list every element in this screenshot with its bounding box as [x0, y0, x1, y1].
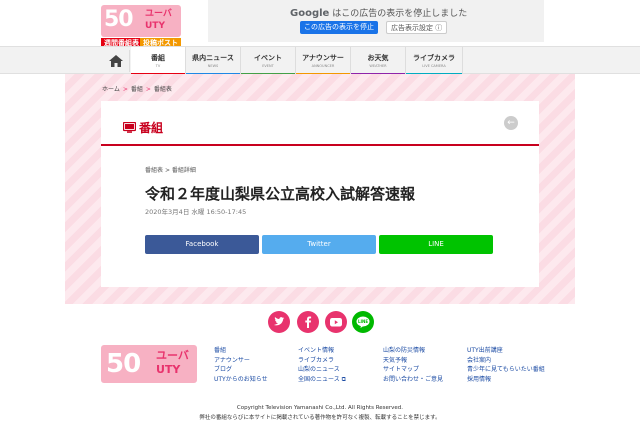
footer-logo-text: ユーバ UTY [156, 349, 189, 377]
copyright-notice: 弊社の番組ならびに本サイトに掲載されている著作物を許可なく複製、転載することを禁… [199, 415, 441, 421]
ad-google-label: Google [290, 8, 330, 19]
ad-stop-button[interactable]: この広告の表示を停止 [300, 21, 378, 34]
nav-item-label: イベント [254, 54, 282, 62]
nav-item-label: お天気 [367, 54, 389, 62]
line-icon-label: LINE [358, 319, 368, 324]
breadcrumb-sep: > [145, 86, 151, 93]
sub-breadcrumb: 番組表 > 番組詳細 [145, 165, 196, 174]
card-title-text: 番組 [139, 121, 164, 135]
ad-message: Google はこの広告の表示を停止しました [290, 6, 467, 19]
breadcrumb: ホーム > 番組 > 番組表 [102, 84, 172, 93]
nav-item-weather[interactable]: お天気 WEATHER [351, 47, 406, 75]
program-title: 令和２年度山梨県公立高校入試解答速報 [145, 185, 416, 203]
footer-link-local-news[interactable]: 山梨のニュース [298, 365, 346, 375]
ad-message-text: はこの広告の表示を停止しました [332, 9, 468, 19]
card-header: 番組 ← [101, 101, 539, 146]
program-datetime: 2020年3月4日 水曜 16:50-17:45 [145, 208, 247, 216]
nav-item-sublabel: LIVE CAMERA [422, 64, 446, 68]
footer-link-national-news[interactable]: 全国のニュース ⧉ [298, 375, 346, 385]
nav-home[interactable] [102, 50, 130, 72]
share-facebook-button[interactable]: Facebook [145, 235, 259, 254]
nav-item-announcer[interactable]: アナウンサー ANNOUNCER [296, 47, 351, 75]
program-card: 番組 ← 番組表 > 番組詳細 令和２年度山梨県公立高校入試解答速報 2020年… [101, 101, 539, 287]
breadcrumb-home[interactable]: ホーム [102, 86, 120, 93]
footer-column-3: 山梨の防災情報 天気予報 サイトマップ お問い合わせ・ご意見 [383, 346, 443, 384]
youtube-icon[interactable] [325, 311, 347, 333]
breadcrumb-sep: > [122, 86, 128, 93]
copyright: Copyright Television Yamanashi Co.,Ltd. … [236, 405, 404, 411]
footer-logo-text-line1: ユーバ [156, 349, 189, 362]
footer-link-recruit[interactable]: 採用情報 [467, 375, 545, 385]
site-logo[interactable]: 50 ユーバ UTY [101, 5, 181, 37]
footer-column-2: イベント情報 ライブカメラ 山梨のニュース 全国のニュース ⧉ [298, 346, 346, 384]
share-line-button[interactable]: LINE [379, 235, 493, 254]
footer-logo[interactable]: 50 ユーバ UTY [101, 345, 197, 383]
footer-link-contact[interactable]: お問い合わせ・ご意見 [383, 375, 443, 385]
home-icon [109, 55, 123, 67]
sub-breadcrumb-detail: 番組詳細 [171, 167, 196, 174]
site-header: 50 ユーバ UTY 週間番組表 投稿ポスト Google はこの広告の表示を停… [0, 0, 640, 49]
nav-item-event[interactable]: イベント EVENT [241, 47, 296, 75]
footer-link-live-camera[interactable]: ライブカメラ [298, 356, 346, 366]
breadcrumb-program[interactable]: 番組 [131, 86, 143, 93]
footer-link-youth[interactable]: 青少年に見てもらいたい番組 [467, 365, 545, 375]
footer-link-notice[interactable]: UTYからのお知らせ [214, 375, 268, 385]
nav-item-sublabel: WEATHER [369, 64, 387, 68]
back-arrow-icon[interactable]: ← [504, 116, 518, 130]
nav-item-label: 番組 [151, 54, 165, 62]
nav-item-sublabel: ANNOUNCER [311, 64, 335, 68]
nav-item-sublabel: NEWS [207, 64, 219, 68]
footer-link-lecture[interactable]: UTY出前講座 [467, 346, 545, 356]
nav-item-tv[interactable]: 番組 TV [131, 47, 186, 75]
logo-text-line2: UTY [145, 21, 165, 31]
twitter-icon[interactable] [268, 311, 290, 333]
footer-link-weather[interactable]: 天気予報 [383, 356, 443, 366]
ad-banner: Google はこの広告の表示を停止しました この広告の表示を停止 広告表示設定… [208, 0, 544, 42]
nav-item-live-camera[interactable]: ライブカメラ LIVE CAMERA [406, 47, 463, 75]
ad-settings-button[interactable]: 広告表示設定 ⓘ [386, 21, 448, 34]
footer-link-blog[interactable]: ブログ [214, 365, 268, 375]
footer-link-sitemap[interactable]: サイトマップ [383, 365, 443, 375]
nav-item-news[interactable]: 県内ニュース NEWS [186, 47, 241, 75]
footer-link-announcer[interactable]: アナウンサー [214, 356, 268, 366]
footer-link-disaster[interactable]: 山梨の防災情報 [383, 346, 443, 356]
footer-link-events[interactable]: イベント情報 [298, 346, 346, 356]
breadcrumb-schedule[interactable]: 番組表 [154, 86, 172, 93]
tv-icon [122, 121, 137, 133]
footer-logo-text-line2: UTY [156, 363, 181, 376]
nav-item-label: 県内ニュース [192, 54, 234, 62]
sub-breadcrumb-sep: > [164, 167, 170, 174]
card-title: 番組 [122, 119, 164, 136]
line-icon[interactable]: LINE [352, 311, 374, 333]
footer-column-1: 番組 アナウンサー ブログ UTYからのお知らせ [214, 346, 268, 384]
share-twitter-button[interactable]: Twitter [262, 235, 376, 254]
main-nav: 番組 TV 県内ニュース NEWS イベント EVENT アナウンサー ANNO… [0, 46, 640, 75]
footer-logo-number: 50 [106, 349, 141, 379]
logo-text-line1: ユーバ [145, 9, 172, 19]
nav-item-label: ライブカメラ [413, 54, 455, 62]
logo-number: 50 [104, 7, 134, 32]
sub-breadcrumb-schedule[interactable]: 番組表 [145, 167, 163, 174]
logo-text: ユーバ UTY [145, 8, 172, 32]
nav-item-label: アナウンサー [302, 54, 344, 62]
nav-item-sublabel: EVENT [262, 64, 274, 68]
footer-column-4: UTY出前講座 会社案内 青少年に見てもらいたい番組 採用情報 [467, 346, 545, 384]
nav-item-sublabel: TV [155, 64, 161, 68]
footer-link-program[interactable]: 番組 [214, 346, 268, 356]
footer-link-company[interactable]: 会社案内 [467, 356, 545, 366]
facebook-icon[interactable] [297, 311, 319, 333]
